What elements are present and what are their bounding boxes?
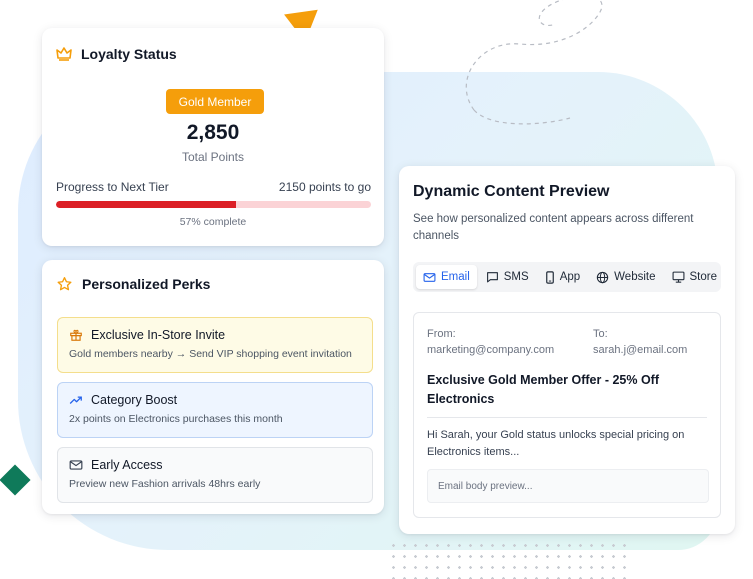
green-diamond-decoration: [0, 464, 31, 496]
from-value: marketing@company.com: [427, 344, 555, 356]
perk-title: Exclusive In-Store Invite: [91, 328, 226, 342]
tab-store[interactable]: Store: [665, 265, 725, 289]
perk-description: Gold members nearby → Send VIP shopping …: [69, 348, 352, 360]
trending-up-icon: [69, 394, 83, 406]
email-from: From: marketing@company.com: [427, 326, 593, 358]
points-to-go: 2150 points to go: [278, 180, 371, 194]
tab-label: App: [559, 271, 581, 283]
tab-label: SMS: [503, 271, 529, 283]
tab-label: Store: [689, 271, 718, 283]
progress-label: Progress to Next Tier: [56, 180, 169, 194]
email-meta: From: marketing@company.com To: sarah.j@…: [427, 326, 707, 358]
loyalty-status-card: Loyalty Status Gold Member 2,850 Total P…: [42, 28, 384, 246]
tab-app[interactable]: App: [538, 265, 587, 289]
tier-badge: Gold Member: [166, 89, 264, 114]
perk-description: 2x points on Electronics purchases this …: [69, 413, 283, 425]
perk-title: Category Boost: [91, 393, 178, 407]
to-label: To:: [593, 328, 608, 340]
total-points-value: 2,850: [186, 121, 240, 144]
perk-title: Early Access: [91, 458, 163, 472]
mail-icon: [69, 459, 83, 471]
crown-icon: [56, 47, 72, 61]
globe-icon: [596, 271, 609, 284]
tab-website[interactable]: Website: [589, 265, 662, 289]
email-subject: Exclusive Gold Member Offer - 25% Off El…: [427, 371, 707, 418]
monitor-icon: [672, 271, 685, 283]
channel-tabs: Email SMS App Website Store: [413, 262, 721, 292]
phone-icon: [545, 270, 555, 284]
star-icon: [56, 276, 73, 292]
to-value: sarah.j@email.com: [593, 344, 688, 356]
dashed-loop-decoration: [465, 0, 603, 125]
personalized-perks-card: Personalized Perks Exclusive In-Store In…: [42, 260, 384, 514]
dynamic-content-preview-card: Dynamic Content Preview See how personal…: [399, 166, 735, 534]
perk-description: Preview new Fashion arrivals 48hrs early: [69, 478, 261, 490]
email-body-preview[interactable]: Email body preview...: [427, 469, 709, 503]
progress-row: Progress to Next Tier 2150 points to go: [56, 180, 371, 194]
total-points-label: Total Points: [181, 150, 245, 164]
perk-exclusive-invite[interactable]: Exclusive In-Store Invite Gold members n…: [57, 317, 373, 373]
tab-label: Email: [441, 271, 470, 283]
tab-sms[interactable]: SMS: [479, 265, 536, 289]
tier-progress-bar: [56, 201, 371, 208]
chat-icon: [486, 271, 499, 283]
preview-subtitle: See how personalized content appears acr…: [413, 213, 694, 242]
tab-label: Website: [614, 271, 656, 283]
tier-progress-fill: [56, 201, 236, 208]
preview-title: Dynamic Content Preview: [413, 183, 610, 200]
from-label: From:: [427, 328, 456, 340]
perks-title: Personalized Perks: [82, 276, 211, 292]
email-to: To: sarah.j@email.com: [593, 326, 687, 358]
tab-email[interactable]: Email: [416, 265, 477, 289]
progress-percent-text: 57% complete: [179, 216, 247, 228]
email-snippet: Hi Sarah, your Gold status unlocks speci…: [427, 429, 685, 458]
loyalty-status-title: Loyalty Status: [81, 46, 177, 62]
dot-grid-decoration: [388, 540, 628, 579]
perk-category-boost[interactable]: Category Boost 2x points on Electronics …: [57, 382, 373, 438]
perk-early-access[interactable]: Early Access Preview new Fashion arrival…: [57, 447, 373, 503]
gift-icon: [69, 328, 83, 342]
email-preview: From: marketing@company.com To: sarah.j@…: [413, 312, 721, 518]
mail-icon: [423, 272, 436, 283]
